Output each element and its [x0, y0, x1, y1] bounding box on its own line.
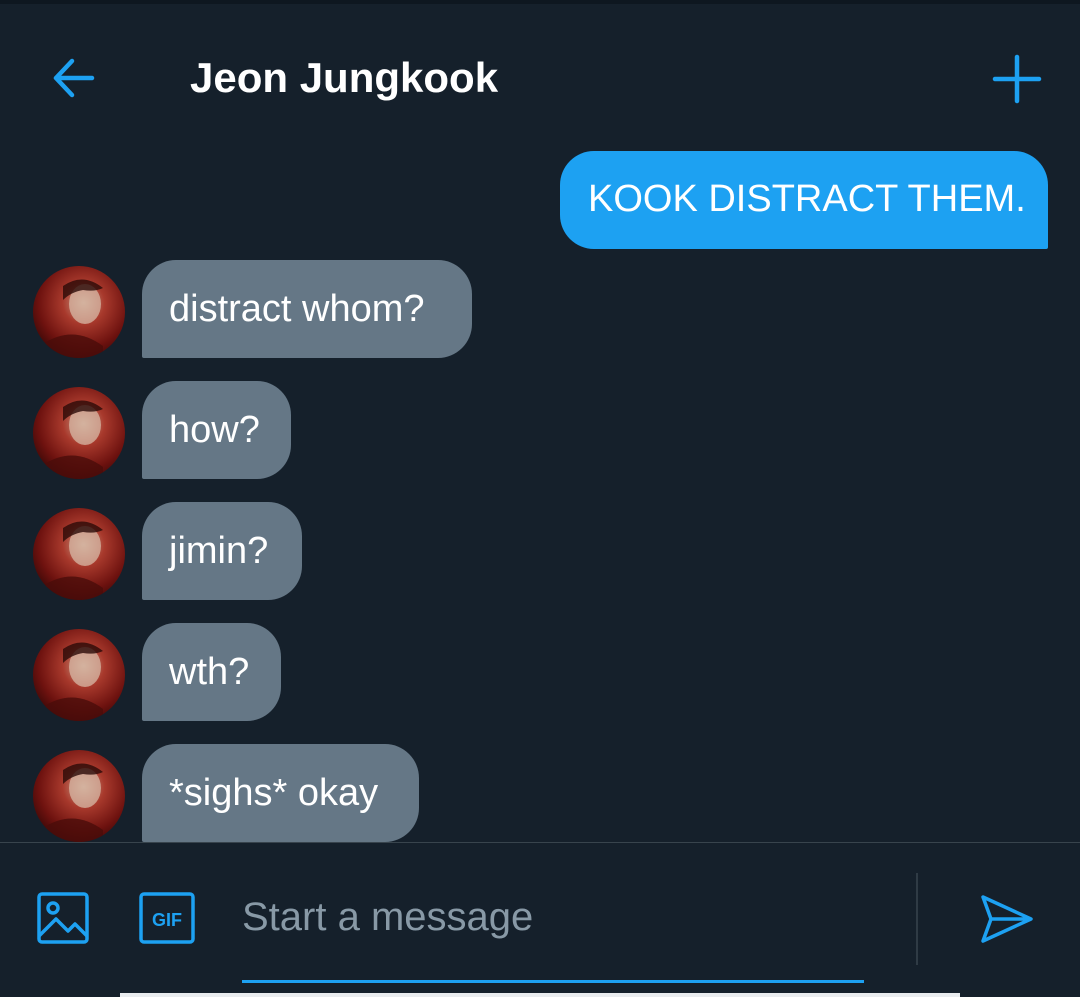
send-button[interactable] — [978, 891, 1036, 947]
add-gif-button[interactable]: GIF — [138, 891, 196, 945]
avatar[interactable] — [33, 387, 125, 479]
message-bubble-incoming[interactable]: *sighs* okay — [142, 744, 419, 842]
gif-label: GIF — [152, 910, 182, 930]
message-text: distract whom? — [169, 288, 425, 330]
avatar[interactable] — [33, 750, 125, 842]
plus-icon — [992, 54, 1042, 104]
keyboard-edge — [120, 993, 960, 997]
message-list: KOOK DISTRACT THEM. distract whom? how? … — [0, 140, 1080, 842]
message-bubble-incoming[interactable]: wth? — [142, 623, 281, 721]
message-bubble-incoming[interactable]: distract whom? — [142, 260, 472, 358]
add-button[interactable] — [990, 52, 1044, 106]
avatar[interactable] — [33, 266, 125, 358]
send-divider — [916, 873, 918, 965]
message-text: *sighs* okay — [169, 772, 379, 814]
message-text: jimin? — [169, 530, 269, 572]
message-bubble-incoming[interactable]: how? — [142, 381, 291, 479]
conversation-title[interactable]: Jeon Jungkook — [190, 50, 498, 106]
input-underline — [242, 980, 864, 983]
message-text: wth? — [169, 651, 250, 693]
avatar[interactable] — [33, 508, 125, 600]
send-icon — [981, 895, 1033, 943]
arrow-left-icon — [53, 58, 95, 98]
gif-icon: GIF — [139, 892, 195, 944]
conversation-header: Jeon Jungkook — [0, 4, 1080, 140]
message-bubble-outgoing[interactable]: KOOK DISTRACT THEM. — [560, 151, 1048, 249]
message-text: KOOK DISTRACT THEM. — [588, 178, 1026, 220]
message-bubble-incoming[interactable]: jimin? — [142, 502, 302, 600]
back-button[interactable] — [48, 52, 100, 104]
add-image-button[interactable] — [36, 891, 90, 945]
message-text: how? — [169, 409, 260, 451]
avatar[interactable] — [33, 629, 125, 721]
image-icon — [37, 892, 89, 944]
message-input[interactable] — [242, 889, 864, 945]
message-composer: GIF — [0, 843, 1080, 997]
